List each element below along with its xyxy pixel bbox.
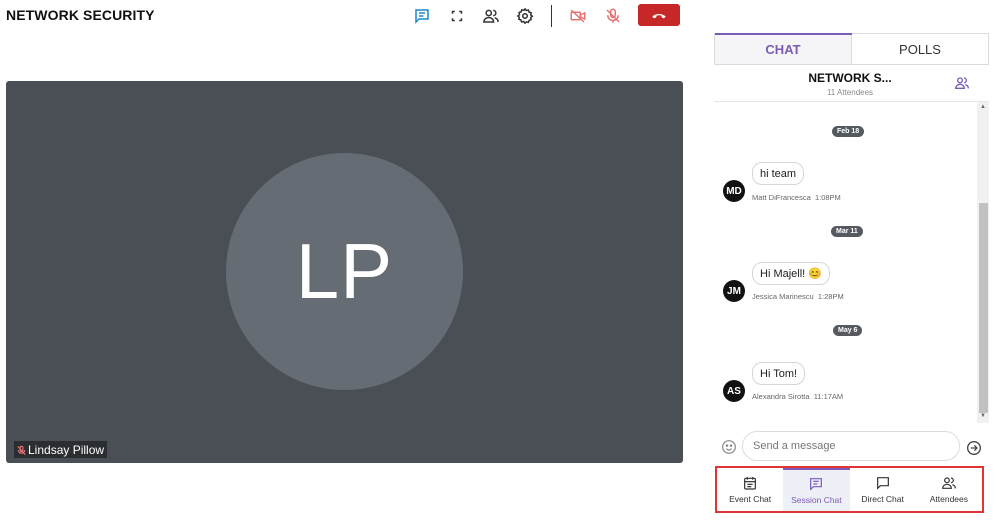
message-time: 1:28PM xyxy=(817,292,844,301)
end-call-icon xyxy=(652,13,666,19)
attendees-icon xyxy=(941,477,956,489)
chat-icon[interactable] xyxy=(412,6,432,26)
participant-initials: LP xyxy=(295,227,394,315)
date-separator: Feb 18 xyxy=(832,126,865,137)
participants-icon[interactable] xyxy=(481,6,501,26)
nav-label: Event Chat xyxy=(729,494,772,504)
nav-label: Session Chat xyxy=(791,495,842,505)
message-input[interactable] xyxy=(742,431,960,461)
nav-session-chat[interactable]: Session Chat xyxy=(783,468,850,511)
scroll-down-arrow-icon[interactable]: ▼ xyxy=(980,413,986,419)
date-separator: May 6 xyxy=(833,325,863,336)
participant-avatar: LP xyxy=(226,153,463,390)
avatar: JM xyxy=(723,280,745,302)
message-meta: Alexandra Sirotta 11:17AM xyxy=(752,392,843,401)
message-bubble: hi team xyxy=(752,162,805,185)
chat-scrollbar-thumb[interactable] xyxy=(979,203,988,413)
message-author: Alexandra Sirotta xyxy=(752,392,810,401)
mic-off-icon[interactable] xyxy=(603,6,623,26)
chat-title: NETWORK S... xyxy=(808,71,892,85)
end-call-button[interactable] xyxy=(638,4,680,26)
avatar: AS xyxy=(723,380,745,402)
participant-name: Lindsay Pillow xyxy=(28,443,105,457)
send-icon[interactable] xyxy=(966,440,982,456)
nav-label: Direct Chat xyxy=(861,494,904,504)
message-text: hi team xyxy=(760,167,797,180)
nav-event-chat[interactable]: Event Chat xyxy=(717,468,783,511)
calendar-icon xyxy=(744,477,757,490)
bottom-nav: Event Chat Session Chat Direct Chat Atte… xyxy=(715,466,984,513)
panel-tabs: CHAT POLLS xyxy=(714,33,989,65)
message-time: 1:08PM xyxy=(814,193,841,202)
message-bubble: Hi Majell! 😊 xyxy=(752,262,830,285)
header-divider xyxy=(714,101,989,102)
fullscreen-icon[interactable] xyxy=(447,6,467,26)
date-separator: Mar 11 xyxy=(831,226,863,237)
message-author: Matt DiFrancesca xyxy=(752,193,811,202)
page-title: NETWORK SECURITY xyxy=(6,7,155,23)
tab-polls[interactable]: POLLS xyxy=(852,34,988,64)
attendees-list-icon[interactable] xyxy=(954,76,970,90)
nav-label: Attendees xyxy=(929,494,969,504)
message-text: Hi Majell! xyxy=(760,267,806,280)
attendees-count: 11 Attendees xyxy=(826,88,874,97)
message-meta: Jessica Marinescu 1:28PM xyxy=(752,292,844,301)
message-text: Hi Tom! xyxy=(760,367,798,380)
nav-attendees[interactable]: Attendees xyxy=(916,468,982,511)
video-tile: LP Lindsay Pillow xyxy=(6,81,683,463)
message-bubble: Hi Tom! xyxy=(752,362,806,385)
scroll-up-arrow-icon[interactable]: ▲ xyxy=(980,104,986,110)
message-meta: Matt DiFrancesca 1:08PM xyxy=(752,193,841,202)
session-chat-icon xyxy=(810,478,823,491)
tab-chat[interactable]: CHAT xyxy=(715,33,852,64)
nav-direct-chat[interactable]: Direct Chat xyxy=(850,468,916,511)
mic-muted-icon xyxy=(17,445,26,455)
settings-icon[interactable] xyxy=(515,6,535,26)
avatar: MD xyxy=(723,180,745,202)
message-time: 11:17AM xyxy=(813,392,844,401)
toolbar-divider xyxy=(551,5,552,27)
camera-off-icon[interactable] xyxy=(568,6,588,26)
emoji-icon[interactable] xyxy=(721,439,737,455)
participant-name-tag: Lindsay Pillow xyxy=(14,441,108,458)
direct-chat-icon xyxy=(876,477,889,490)
smile-emoji-icon: 😊 xyxy=(808,268,822,280)
message-author: Jessica Marinescu xyxy=(752,292,814,301)
